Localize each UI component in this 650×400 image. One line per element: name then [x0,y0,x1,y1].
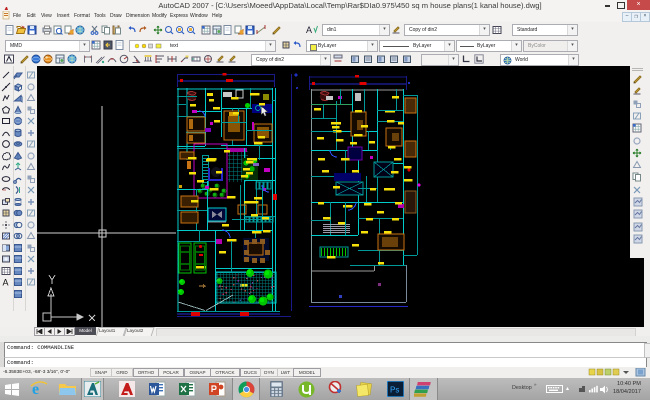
svg-text:Ps: Ps [390,386,399,395]
svg-text:A: A [3,278,9,288]
svg-text:A: A [306,25,312,35]
